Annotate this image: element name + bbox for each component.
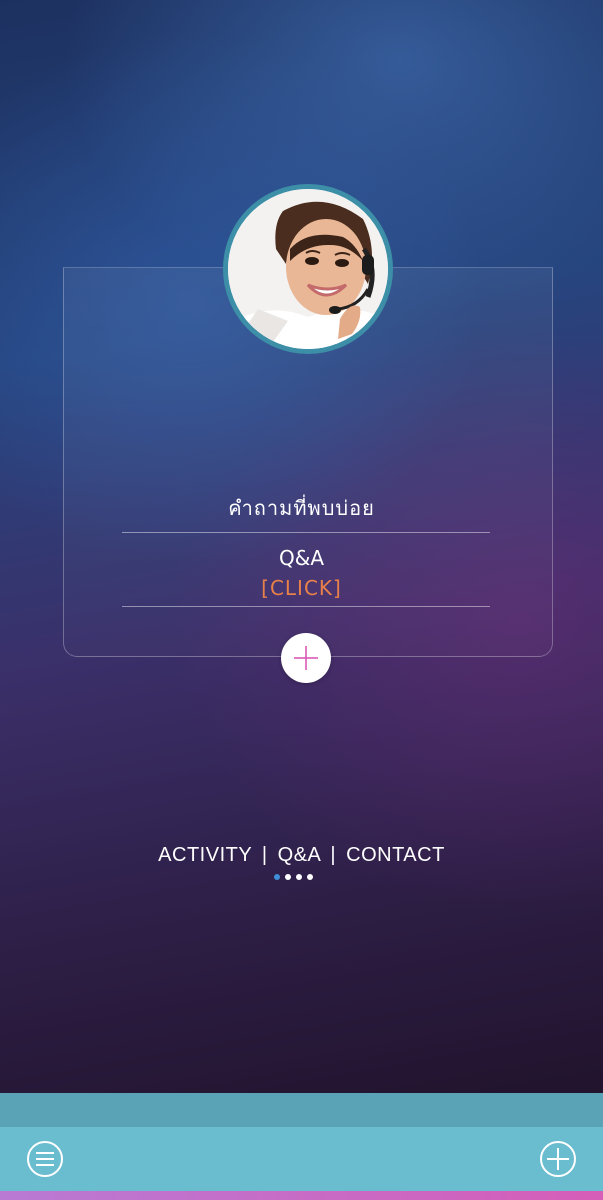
- page-dot-active[interactable]: [274, 874, 280, 880]
- nav-link-qa[interactable]: Q&A: [278, 844, 321, 866]
- menu-icon: [27, 1141, 63, 1177]
- page-dot[interactable]: [285, 874, 291, 880]
- qa-label: Q&A: [278, 546, 325, 570]
- plus-icon: [294, 646, 318, 670]
- bottom-toolbar: [0, 1127, 603, 1191]
- agent-photo-illustration: [228, 189, 388, 349]
- menu-button[interactable]: [25, 1139, 65, 1179]
- divider-bottom: [122, 606, 490, 607]
- nav-separator: |: [330, 844, 337, 866]
- plus-circle-icon: [540, 1141, 576, 1177]
- page-dot[interactable]: [296, 874, 302, 880]
- page-dot[interactable]: [307, 874, 313, 880]
- page-indicator: [274, 874, 313, 882]
- divider-top: [122, 532, 490, 533]
- nav-link-contact[interactable]: CONTACT: [346, 844, 445, 866]
- nav-separator: |: [261, 844, 268, 866]
- expand-button[interactable]: [281, 633, 331, 683]
- add-button[interactable]: [538, 1139, 578, 1179]
- qa-click-link[interactable]: [CLICK]: [0, 576, 603, 600]
- bottom-accent-bar: [0, 1191, 603, 1200]
- bottom-strip: [0, 1093, 603, 1127]
- support-agent-avatar: [223, 184, 393, 354]
- section-nav: ACTIVITY | Q&A | CONTACT: [0, 844, 603, 867]
- nav-link-activity[interactable]: ACTIVITY: [158, 844, 252, 866]
- faq-title-thai: คำถามที่พบบ่อย: [228, 496, 375, 520]
